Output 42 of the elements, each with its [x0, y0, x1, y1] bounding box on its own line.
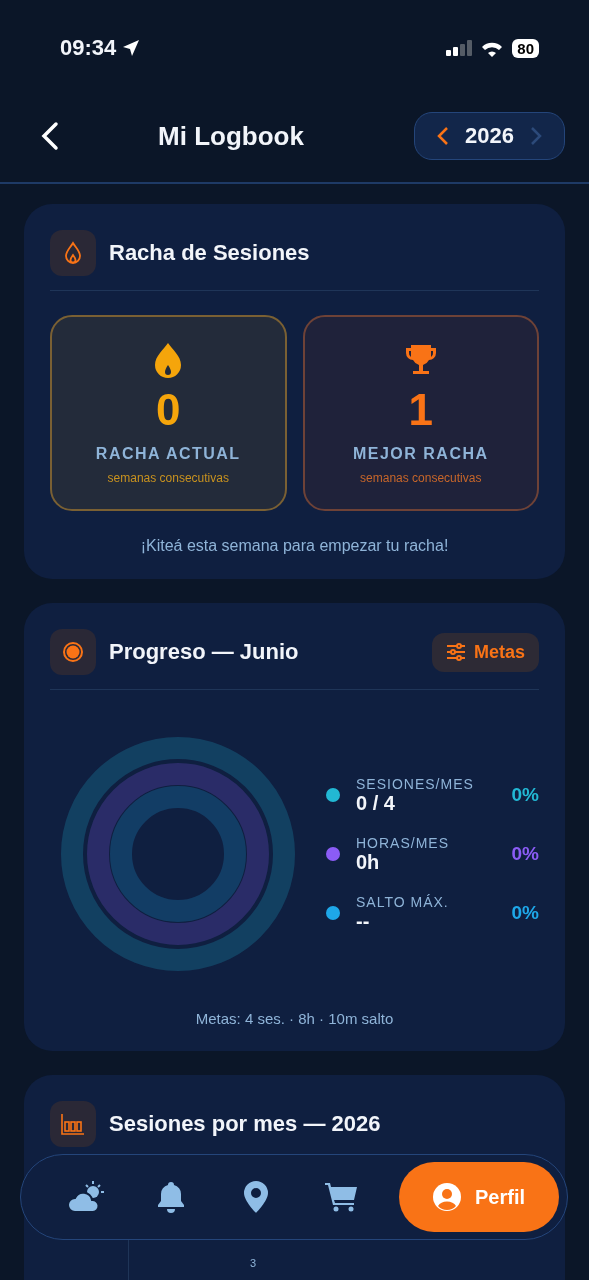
nav-tab[interactable]: Perfil — [399, 1162, 559, 1232]
flame-icon — [154, 343, 183, 379]
goals-button[interactable]: Metas — [431, 632, 539, 672]
metric-percent: 0% — [511, 843, 539, 865]
status-time: 09:34 — [60, 35, 117, 61]
streak-message: ¡Kiteá esta semana para empezar tu racha! — [139, 537, 450, 555]
streak-value: 0 — [156, 385, 181, 435]
sliders-icon — [445, 643, 466, 661]
card-title: Progreso — Junio — [109, 639, 300, 665]
cart-icon — [324, 1182, 357, 1212]
streak-label: RACHA ACTUAL — [95, 445, 241, 463]
target-icon — [50, 629, 96, 675]
streak-value: 1 — [408, 385, 433, 435]
profile-icon — [433, 1183, 461, 1211]
location-arrow-icon — [122, 39, 141, 57]
page-title: Mi Logbook — [157, 120, 305, 152]
metric-value: 0h — [356, 850, 381, 874]
year-selector[interactable]: 2026 — [414, 112, 565, 160]
card-title: Racha de Sesiones — [109, 240, 311, 266]
metric-percent: 0% — [511, 784, 539, 806]
bell-icon — [156, 1181, 185, 1213]
bar-value-label: 3 — [250, 1257, 257, 1269]
streak-sublabel: semanas consecutivas — [107, 471, 229, 485]
year-label: 2026 — [465, 123, 514, 149]
goals-summary: Metas: 4 ses. · 8h · 10m salto — [194, 1010, 395, 1027]
signal-icon — [446, 40, 473, 56]
battery-indicator: 80 — [512, 38, 539, 58]
metric-value: 0 / 4 — [356, 791, 396, 815]
bar-chart-icon — [50, 1101, 96, 1147]
metric-label: SALTO MÁX. — [356, 893, 450, 910]
location-pin-icon — [243, 1181, 268, 1213]
weather-icon — [66, 1181, 105, 1213]
back-button[interactable] — [40, 121, 60, 151]
metric-label: HORAS/MES — [356, 834, 450, 851]
streak-label: MEJOR RACHA — [352, 445, 489, 463]
chevron-left-icon[interactable] — [437, 126, 450, 146]
metric-value: -- — [356, 909, 371, 933]
metric-label: SESIONES/MES — [356, 775, 475, 792]
card-title: Sesiones por mes — 2026 — [109, 1111, 382, 1137]
flame-icon — [50, 230, 96, 276]
metric-percent: 0% — [511, 902, 539, 924]
streak-sublabel: semanas consecutivas — [360, 471, 482, 485]
